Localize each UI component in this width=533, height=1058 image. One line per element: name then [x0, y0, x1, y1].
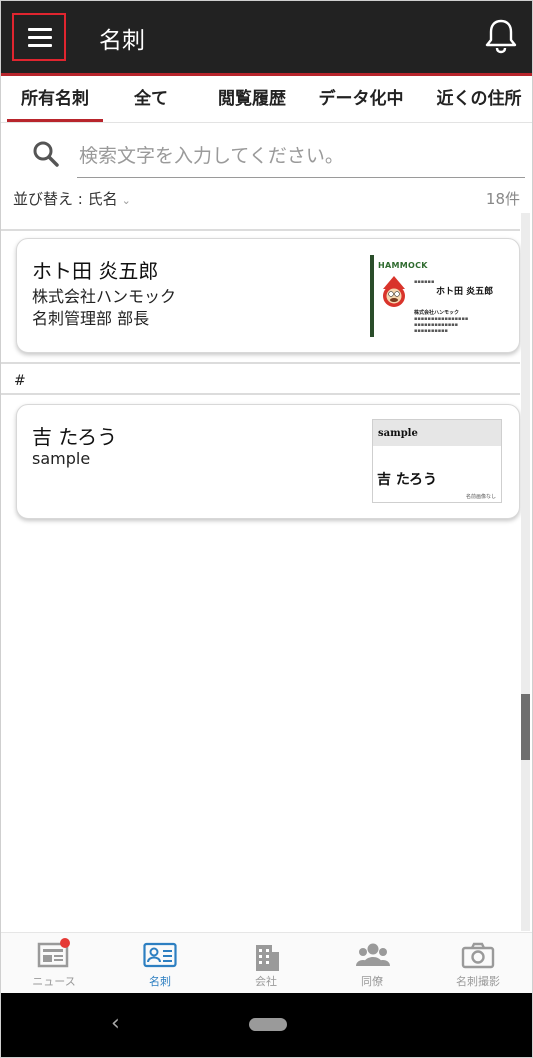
list-divider	[1, 393, 520, 395]
nav-label: 名刺撮影	[456, 975, 500, 988]
list-divider	[1, 229, 520, 231]
bottom-navigation: ニュース 名刺 会社 同僚 名刺撮影	[1, 932, 532, 994]
card-name: 吉 たろう	[32, 425, 118, 449]
card-list-item[interactable]: 吉 たろう sample sample 吉 たろう 名前画像なし	[16, 404, 520, 519]
nav-label: ニュース	[32, 975, 76, 988]
section-index-header: #	[14, 373, 26, 389]
hammock-logo: HAMMOCK	[378, 261, 428, 270]
card-name: ホト田 炎五郎	[32, 259, 159, 283]
page-title: 名刺	[99, 28, 145, 54]
card-image-name: ホト田 炎五郎	[436, 287, 494, 297]
nav-news[interactable]: ニュース	[1, 933, 107, 994]
app-header: 名刺	[1, 1, 532, 73]
result-count: 18件	[485, 190, 520, 208]
camera-icon	[461, 942, 495, 969]
nav-colleagues[interactable]: 同僚	[319, 933, 425, 994]
nav-label: 会社	[255, 975, 277, 988]
search-icon	[33, 141, 59, 167]
card-image-company: sample	[378, 428, 418, 439]
business-card-icon	[143, 942, 177, 968]
home-pill-icon[interactable]	[249, 1018, 287, 1031]
scrollbar-track[interactable]	[521, 213, 530, 931]
card-image-company: 株式会社ハンモック	[414, 310, 460, 316]
notification-badge	[60, 938, 70, 948]
tab-view-history[interactable]: 閲覧履歴	[207, 76, 297, 122]
tab-bar: 所有名刺 全て 閲覧履歴 データ化中 近くの住所	[1, 76, 532, 123]
tab-nearby-addresses[interactable]: 近くの住所	[429, 76, 529, 122]
card-stripe	[370, 255, 374, 337]
card-company: 株式会社ハンモック	[32, 287, 177, 306]
chevron-down-icon: ⌄	[121, 194, 131, 207]
card-company: sample	[32, 449, 91, 468]
card-department: 名刺管理部 部長	[32, 309, 150, 328]
list-divider	[1, 362, 520, 364]
search-input[interactable]	[77, 135, 525, 178]
nav-company[interactable]: 会社	[213, 933, 319, 994]
colleagues-icon	[356, 943, 390, 966]
sort-label: 並び替え : 氏名	[13, 190, 118, 208]
card-image-note: 名前画像なし	[465, 494, 496, 500]
nav-card-capture[interactable]: 名刺撮影	[425, 933, 531, 994]
business-card-image: sample 吉 たろう 名前画像なし	[372, 419, 502, 503]
tab-owned-cards[interactable]: 所有名刺	[7, 76, 103, 122]
app-frame: 名刺 所有名刺 全て 閲覧履歴 データ化中 近くの住所 並び替え : 氏名⌄ 1…	[0, 0, 533, 1058]
card-url-line: ▪▪▪▪▪▪▪▪▪▪	[414, 328, 448, 334]
business-card-image: HAMMOCK ▪▪▪▪▪▪ ホト田 炎五郎 株式会社ハンモック ▪▪▪▪▪▪▪…	[370, 255, 504, 337]
hamburger-menu-icon[interactable]	[12, 13, 66, 61]
back-chevron-icon[interactable]: ‹	[111, 1011, 120, 1036]
bell-icon[interactable]	[484, 18, 518, 54]
nav-label: 名刺	[149, 975, 171, 988]
tab-all[interactable]: 全て	[111, 76, 191, 122]
system-navigation-bar: ‹	[1, 993, 532, 1057]
tab-digitizing[interactable]: データ化中	[311, 76, 411, 122]
nav-business-cards[interactable]: 名刺	[107, 933, 213, 994]
mascot-icon	[383, 276, 405, 307]
card-image-name: 吉 たろう	[377, 472, 438, 488]
sort-selector[interactable]: 並び替え : 氏名 ⌄	[13, 188, 131, 209]
card-list-item[interactable]: ホト田 炎五郎 株式会社ハンモック 名刺管理部 部長 HAMMOCK ▪▪▪▪▪…	[16, 238, 520, 353]
building-icon	[256, 945, 279, 971]
nav-label: 同僚	[361, 975, 383, 988]
card-title-text: ▪▪▪▪▪▪	[414, 279, 435, 285]
scrollbar-thumb[interactable]	[521, 694, 530, 760]
